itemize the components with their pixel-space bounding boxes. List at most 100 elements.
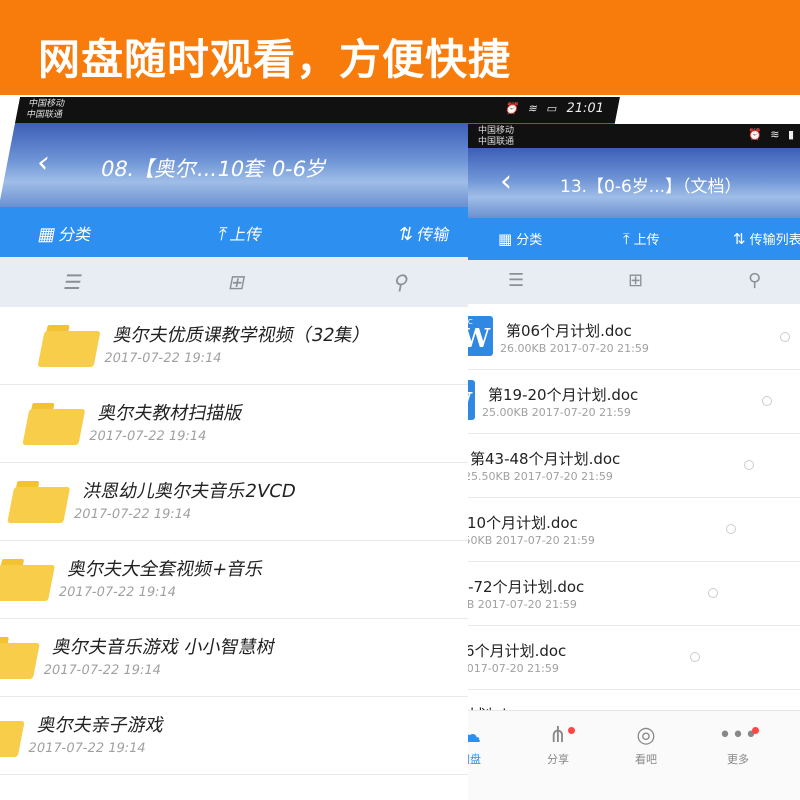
notification-dot-2 [752, 727, 759, 734]
doc-row[interactable]: DOCW第15-16个月计划.doc24.50KB 2017-07-20 21:… [468, 626, 800, 690]
sort-icon[interactable]: ☰ [62, 270, 85, 294]
folder-date: 2017-07-22 19:14 [42, 663, 163, 678]
status-bar-2: 中国移动 中国联通 ⏰ ≋ ▮ [468, 124, 800, 148]
sort-icon-2[interactable]: ☰ [508, 270, 524, 291]
nav-more-label: 更多 [727, 753, 749, 766]
nav-watch[interactable]: ◎ 看吧 [616, 723, 676, 767]
folder-date: 2017-07-22 19:14 [102, 351, 223, 366]
folder-date: 2017-07-22 19:14 [72, 507, 193, 522]
nav-more[interactable]: ••• 更多 [708, 723, 768, 767]
folder-name: 洪恩幼儿奥尔夫音乐2VCD [81, 481, 298, 502]
carrier-1-2: 中国移动 [478, 126, 515, 136]
doc-folder-title: 13.【0-6岁...】（文档） [560, 177, 742, 197]
doc-name: 第43-48个月计划.doc [470, 450, 621, 468]
category-button[interactable]: ▦分类 [36, 221, 94, 245]
search-icon[interactable]: ⚲ [392, 270, 411, 294]
bottom-nav: ☁ 网盘 ⋔ 分享 ◎ 看吧 ••• 更多 [468, 710, 800, 800]
upload-label: 上传 [228, 225, 265, 244]
action-bar-2: ▦ 分类 ⤒ 上传 ⇅ 传输列表 [468, 218, 800, 260]
select-radio[interactable] [762, 396, 772, 406]
transfer-list-label: 传输列表 [749, 233, 800, 248]
carrier-2-2: 中国联通 [478, 137, 515, 147]
banner-title: 网盘随时观看，方便快捷 [38, 35, 512, 84]
select-radio[interactable] [708, 588, 718, 598]
doc-meta: 25.00KB 2017-07-20 21:59 [482, 406, 631, 419]
doc-name: 第67-72个月计划.doc [468, 578, 585, 596]
wifi-icon: ≋ [527, 102, 539, 115]
folder-row[interactable]: 奥尔夫亲子游戏 2017-07-22 19:14 [0, 697, 503, 775]
row-divider [0, 774, 489, 775]
doc-row[interactable]: DOCW第67-72个月计划.doc22.00KB 2017-07-20 21:… [468, 562, 800, 626]
doc-meta: 25.50KB 2017-07-20 21:59 [468, 470, 613, 483]
doc-row[interactable]: DOCW 第19-20个月计划.doc 25.00KB 2017-07-20 21:… [468, 370, 800, 434]
status-right-2: ⏰ ≋ ▮ [748, 128, 799, 141]
folder-row[interactable]: 洪恩幼儿奥尔夫音乐2VCD 2017-07-22 19:14 [0, 463, 549, 541]
upload-button[interactable]: ⤒上传 [216, 221, 265, 245]
doc-meta: 22.00KB 2017-07-20 21:59 [468, 598, 577, 611]
nav-share[interactable]: ⋔ 分享 [528, 723, 588, 767]
category-label-2: 分类 [516, 233, 543, 248]
doc-name: 第15-16个月计划.doc [468, 642, 567, 660]
grid-icon-2: ▦ [498, 230, 513, 248]
doc-meta: 26.00KB 2017-07-20 21:59 [500, 342, 649, 355]
folder-icon [0, 559, 56, 601]
phone-screen-docs: 中国移动 中国联通 ⏰ ≋ ▮ ‹ 13.【0-6岁...】（文档） ▦ 分类 ⤒… [468, 124, 800, 800]
folder-row[interactable]: 奥尔夫大全套视频+音乐 2017-07-22 19:14 [0, 541, 534, 619]
transfer-list-button[interactable]: ⇅ 传输列表 [733, 229, 800, 248]
nav-share-label: 分享 [547, 753, 569, 766]
folder-title: 08.【奥尔...10套 0-6岁 [98, 157, 330, 181]
back-arrow-icon-2[interactable]: ‹ [500, 164, 512, 199]
select-radio[interactable] [726, 524, 736, 534]
cloud-icon: ☁ [468, 723, 481, 748]
alarm-icon: ⏰ [504, 102, 521, 115]
back-arrow-icon[interactable]: ‹ [34, 145, 53, 180]
carrier-info: 中国移动 中国联通 [25, 99, 66, 121]
search-icon-2[interactable]: ⚲ [748, 270, 761, 291]
category-button-2[interactable]: ▦ 分类 [498, 229, 542, 248]
nav-watch-label: 看吧 [635, 753, 657, 766]
doc-meta: 29.50KB 2017-07-20 21:59 [468, 534, 595, 547]
folder-icon [0, 637, 41, 679]
grid-icon: ▦ [36, 224, 58, 245]
status-time: 21:01 [564, 101, 606, 116]
folder-date: 2017-07-22 19:14 [87, 429, 208, 444]
title-bar-2: ‹ 13.【0-6岁...】（文档） [468, 148, 800, 218]
category-label: 分类 [57, 225, 94, 244]
carrier-2: 中国联通 [25, 110, 64, 120]
notification-dot [568, 727, 575, 734]
doc-row[interactable]: DOCW第10个月计划.doc29.50KB 2017-07-20 21:59 [468, 498, 800, 562]
select-radio[interactable] [780, 332, 790, 342]
folder-icon [0, 715, 26, 757]
upload-icon-2: ⤒ [623, 230, 630, 248]
promo-banner: 网盘随时观看，方便快捷 [0, 0, 800, 95]
nav-pan[interactable]: ☁ 网盘 [468, 723, 500, 767]
folder-name: 奥尔夫亲子游戏 [35, 715, 166, 736]
select-radio[interactable] [690, 652, 700, 662]
folder-name: 奥尔夫教材扫描版 [96, 403, 245, 424]
new-folder-icon[interactable]: ⊞ [227, 270, 248, 294]
folder-name: 奥尔夫优质课教学视频（32集） [111, 325, 373, 346]
folder-name: 奥尔夫大全套视频+音乐 [66, 559, 266, 580]
tool-row-2: ☰ ⊞ ⚲ [468, 260, 800, 304]
doc-row[interactable]: DOCW第43-48个月计划.doc25.50KB 2017-07-20 21:… [468, 434, 800, 498]
upload-button-2[interactable]: ⤒ 上传 [623, 229, 660, 248]
select-radio[interactable] [744, 460, 754, 470]
transfer-button[interactable]: ⇅传输 [396, 221, 452, 245]
folder-icon [37, 325, 102, 367]
folder-date: 2017-07-22 19:14 [57, 585, 178, 600]
new-folder-icon-2[interactable]: ⊞ [628, 270, 643, 291]
doc-row[interactable]: DOCW 第06个月计划.doc 26.00KB 2017-07-20 21:59 [468, 306, 800, 370]
share-icon: ⋔ [548, 723, 568, 748]
doc-name: 第06个月计划.doc [506, 322, 632, 340]
folder-icon [7, 481, 71, 523]
folder-icon [22, 403, 86, 445]
doc-meta: 24.50KB 2017-07-20 21:59 [468, 662, 559, 675]
transfer-icon: ⇅ [396, 224, 416, 245]
signal-icon-2: ▮ [787, 128, 794, 141]
folder-row[interactable]: 奥尔夫音乐游戏 小小智慧树 2017-07-22 19:14 [0, 619, 519, 697]
transfer-icon-2: ⇅ [733, 230, 746, 248]
carrier-info-2: 中国移动 中国联通 [478, 126, 514, 148]
nav-pan-label: 网盘 [468, 753, 481, 766]
status-right: ⏰ ≋ ▭ 21:01 [504, 101, 605, 116]
alarm-icon-2: ⏰ [748, 128, 762, 141]
